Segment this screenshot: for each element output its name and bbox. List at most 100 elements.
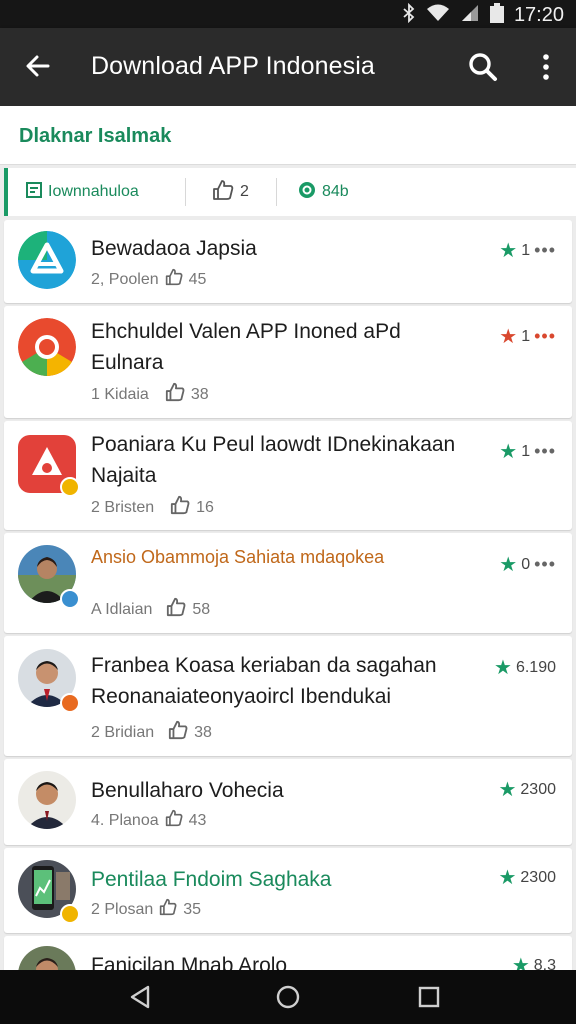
rating-value: 1: [521, 241, 531, 259]
battery-icon: [489, 3, 504, 28]
more-dots-icon[interactable]: •••: [534, 326, 556, 347]
filter-bar: Iownnahuloa 2 84b: [4, 168, 576, 216]
app-bar: Download APP Indonesia: [0, 28, 576, 106]
signal-icon: [460, 3, 480, 28]
item-rating: ★ 6.190: [494, 658, 556, 678]
item-subtitle: 4. Planoa: [91, 811, 159, 829]
thumbs-up-icon: [166, 597, 186, 622]
circle-icon: [298, 181, 316, 204]
item-subtitle: 2 Plosan: [91, 900, 154, 918]
thumbs-up-icon: [165, 382, 185, 407]
list-icon: [26, 181, 42, 203]
wifi-icon: [426, 3, 450, 28]
verified-badge: [60, 693, 80, 713]
rating-value: 0: [521, 555, 531, 573]
thumbs-up-icon: [168, 720, 188, 745]
item-rating: ★ 2300: [498, 868, 556, 888]
list-item[interactable]: Benullaharo Vohecia 4. Planoa 43 ★ 2300: [4, 759, 572, 845]
item-meta: 2 Bridian 38: [91, 720, 212, 745]
star-icon: ★: [499, 440, 518, 463]
item-title: Franbea Koasa keriaban da sagahan Reonan…: [91, 654, 437, 708]
item-subtitle: A Idlaian: [91, 600, 153, 618]
item-meta: 4. Planoa 43: [91, 809, 206, 832]
divider: [276, 178, 277, 206]
item-rating: ★ 1 •••: [499, 240, 556, 261]
star-icon: ★: [499, 239, 518, 262]
item-title: Bewadaoa Japsia: [91, 237, 257, 260]
item-likes: 38: [190, 385, 209, 403]
nav-back-icon[interactable]: [128, 984, 154, 1010]
item-subtitle: 2 Bridian: [91, 723, 155, 741]
star-icon: ★: [498, 779, 517, 801]
item-meta: 1 Kidaia 38: [91, 382, 209, 407]
item-likes: 35: [183, 900, 202, 918]
thumbs-up-icon: [170, 495, 190, 520]
rating-value: 6.190: [515, 659, 556, 676]
status-bar: 17:20: [0, 0, 576, 28]
more-dots-icon[interactable]: •••: [534, 240, 556, 261]
star-icon: ★: [499, 325, 518, 348]
item-title: Poaniara Ku Peul laowdt IDnekinakaan Naj…: [91, 433, 456, 487]
verified-badge: [60, 904, 80, 924]
nav-recents-icon[interactable]: [416, 984, 442, 1010]
thumbs-up-icon: [212, 179, 234, 206]
list-item[interactable]: Ehchuldel Valen APP Inoned aPd Eulnara 1…: [4, 306, 572, 418]
star-icon: ★: [498, 867, 517, 889]
item-meta: 2, Poolen 45: [91, 268, 206, 291]
filter-label: Iownnahuloa: [48, 183, 139, 200]
item-subtitle: 2, Poolen: [91, 270, 159, 288]
thumbs-up-icon: [165, 809, 183, 832]
item-meta: 2 Bristen 16: [91, 495, 214, 520]
item-rating: ★ 0 •••: [499, 554, 556, 575]
item-title: Pentilaa Fndoim Saghaka: [91, 868, 332, 891]
search-icon[interactable]: [466, 50, 500, 84]
user-avatar: [18, 771, 76, 829]
item-title: Ehchuldel Valen APP Inoned aPd Eulnara: [91, 320, 401, 374]
thumbs-up-icon: [165, 268, 183, 291]
rating-value: 2300: [520, 781, 556, 798]
item-likes: 16: [196, 498, 214, 516]
chrome-like-icon: [18, 318, 76, 376]
more-dots-icon[interactable]: •••: [534, 441, 556, 462]
verified-badge: [60, 477, 80, 497]
item-subtitle: 1 Kidaia: [91, 385, 149, 403]
system-nav-bar: [0, 970, 576, 1024]
item-meta: A Idlaian 58: [91, 597, 210, 622]
item-likes: 43: [188, 811, 207, 829]
more-options-icon[interactable]: [536, 50, 556, 84]
list-item[interactable]: Pentilaa Fndoim Saghaka 2 Plosan 35 ★ 23…: [4, 848, 572, 933]
section-header: Dlaknar Isalmak: [0, 106, 576, 165]
list-item[interactable]: Ansio Obammoja Sahiata mdaqokea A Idlaia…: [4, 533, 572, 633]
filter-size[interactable]: 84b: [298, 168, 349, 216]
more-dots-icon[interactable]: •••: [534, 554, 556, 575]
app-logo-icon: [18, 231, 76, 289]
back-arrow-icon[interactable]: [20, 48, 56, 84]
page-title: Download APP Indonesia: [91, 52, 375, 80]
filter-downloads[interactable]: Iownnahuloa: [26, 168, 139, 216]
item-subtitle: 2 Bristen: [91, 498, 155, 516]
item-title: Benullaharo Vohecia: [91, 779, 284, 802]
rating-value: 2300: [520, 869, 556, 886]
star-icon: ★: [499, 553, 518, 576]
list-item[interactable]: Bewadaoa Japsia 2, Poolen 45 ★ 1 •••: [4, 220, 572, 303]
item-meta: 2 Plosan 35: [91, 898, 201, 921]
status-time: 17:20: [513, 4, 564, 26]
star-icon: ★: [494, 657, 512, 679]
list-item[interactable]: Franbea Koasa keriaban da sagahan Reonan…: [4, 636, 572, 756]
thumbs-up-icon: [159, 898, 177, 921]
item-rating: ★ 1 •••: [499, 326, 556, 347]
list-item[interactable]: Poaniara Ku Peul laowdt IDnekinakaan Naj…: [4, 421, 572, 530]
filter-label: 2: [240, 183, 249, 200]
item-title: Ansio Obammoja Sahiata mdaqokea: [91, 547, 385, 567]
item-rating: ★ 1 •••: [499, 441, 556, 462]
verified-badge: [60, 589, 80, 609]
filter-likes[interactable]: 2: [212, 168, 249, 216]
bluetooth-icon: [402, 2, 416, 28]
item-likes: 38: [194, 723, 212, 741]
nav-home-icon[interactable]: [275, 984, 301, 1010]
rating-value: 1: [521, 327, 531, 345]
item-rating: ★ 2300: [498, 780, 556, 800]
section-label: Dlaknar Isalmak: [19, 125, 172, 147]
filter-label: 84b: [322, 183, 349, 200]
item-likes: 45: [188, 270, 207, 288]
